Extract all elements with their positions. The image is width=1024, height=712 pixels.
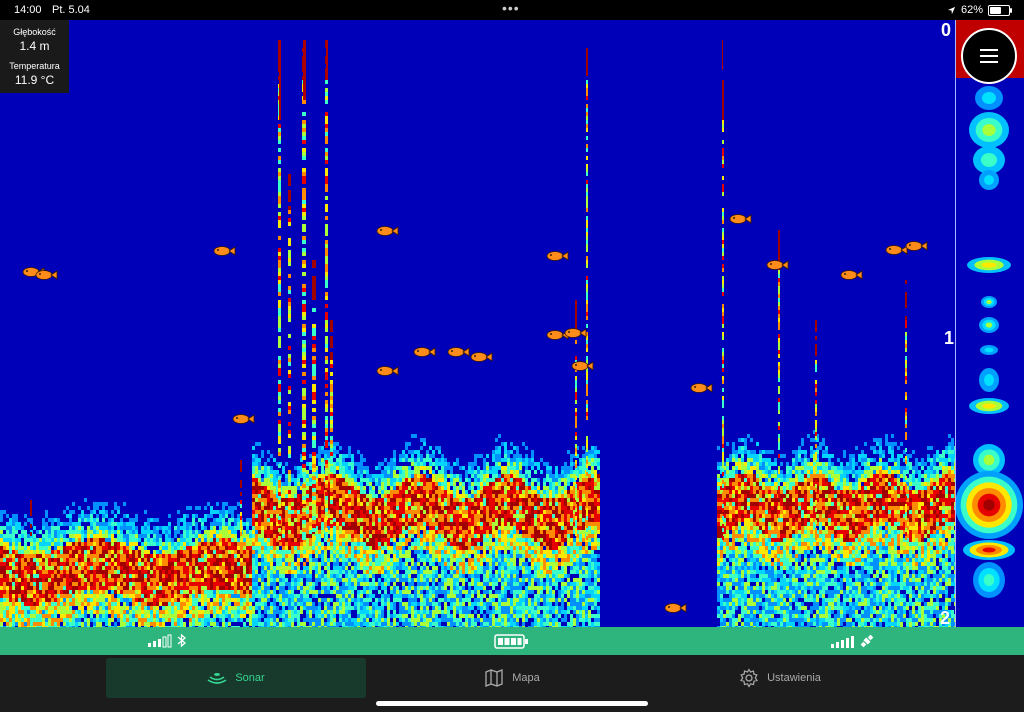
clock: 14:00 xyxy=(14,4,42,16)
sonar-intensity-sidebar xyxy=(955,20,1024,627)
intensity-blob xyxy=(979,368,999,392)
tab-sonar-label: Sonar xyxy=(235,672,264,684)
intensity-blob xyxy=(973,146,1005,174)
intensity-blob xyxy=(979,317,999,333)
depth-label: Głębokość xyxy=(0,27,69,37)
status-bar: 14:00 Pt. 5.04 ••• 62% xyxy=(0,0,1024,20)
signal-bluetooth-icon xyxy=(148,634,192,648)
intensity-blob xyxy=(979,170,999,190)
battery-full-icon xyxy=(494,634,530,649)
gear-icon xyxy=(739,668,759,688)
menu-button[interactable] xyxy=(961,28,1017,84)
intensity-blob xyxy=(955,471,1023,539)
status-right: 62% xyxy=(947,4,1010,16)
sonar-view[interactable] xyxy=(0,20,955,627)
tab-map[interactable]: Mapa xyxy=(400,658,624,698)
intensity-blob xyxy=(975,86,1003,110)
tab-sonar[interactable]: Sonar xyxy=(106,658,366,698)
hamburger-icon-line xyxy=(980,61,998,63)
intensity-blob xyxy=(980,345,998,355)
info-box: Głębokość 1.4 m Temperatura 11.9 °C xyxy=(0,20,69,93)
depth-scale-1: 1 xyxy=(944,328,954,349)
depth-scale-2: 2 xyxy=(940,608,950,629)
intensity-blob xyxy=(967,257,1011,273)
home-indicator[interactable] xyxy=(376,701,648,706)
temperature-label: Temperatura xyxy=(0,61,69,71)
tab-settings[interactable]: Ustawienia xyxy=(660,658,900,698)
intensity-blob xyxy=(981,296,997,308)
intensity-blob xyxy=(969,398,1009,414)
battery-icon xyxy=(988,5,1010,16)
depth-value: 1.4 m xyxy=(0,39,69,53)
map-icon xyxy=(484,669,504,687)
tab-map-label: Mapa xyxy=(512,672,540,684)
sonar-icon xyxy=(207,671,227,685)
temperature-value: 11.9 °C xyxy=(0,73,69,87)
hamburger-icon-line xyxy=(980,55,998,57)
intensity-blob xyxy=(973,562,1005,598)
multitask-dots-icon[interactable]: ••• xyxy=(502,0,520,16)
intensity-blob xyxy=(963,540,1015,560)
date: Pt. 5.04 xyxy=(52,4,90,16)
depth-scale-0: 0 xyxy=(941,20,951,41)
device-status-strip xyxy=(0,627,1024,655)
battery-percent: 62% xyxy=(961,4,983,16)
location-arrow-icon xyxy=(947,6,956,15)
signal-gps-icon xyxy=(831,634,877,649)
intensity-blob xyxy=(969,112,1009,148)
hamburger-icon-line xyxy=(980,49,998,51)
tab-settings-label: Ustawienia xyxy=(767,672,821,684)
